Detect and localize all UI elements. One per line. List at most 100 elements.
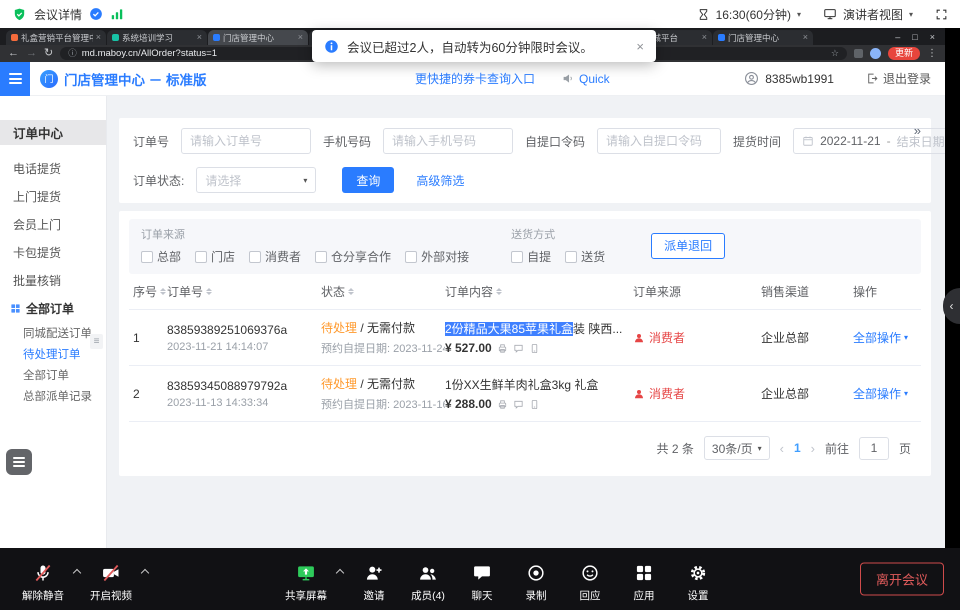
- window-close-icon[interactable]: ×: [930, 32, 935, 42]
- promo-link[interactable]: 更快捷的券卡查询入口: [415, 70, 535, 87]
- sidebar-item-phone-pickup[interactable]: 电话提货: [0, 154, 106, 182]
- view-mode-label[interactable]: 演讲者视图: [843, 6, 903, 23]
- current-page[interactable]: 1: [794, 441, 801, 455]
- sidebar-item-batch-verify[interactable]: 批量核销: [0, 266, 106, 294]
- timer-caret-icon[interactable]: ▾: [797, 10, 801, 19]
- header-order-no[interactable]: 订单号: [167, 283, 321, 300]
- checkbox-box[interactable]: [511, 251, 523, 263]
- security-shield-icon[interactable]: [12, 7, 27, 22]
- sort-icon[interactable]: [206, 285, 212, 298]
- start-video-button[interactable]: 开启视频: [84, 562, 138, 603]
- forward-icon[interactable]: →: [26, 48, 37, 59]
- prev-page-icon[interactable]: ‹: [780, 441, 784, 456]
- sidebar-item-member-visit[interactable]: 会员上门: [0, 210, 106, 238]
- window-maximize-icon[interactable]: □: [912, 32, 917, 42]
- share-options-caret[interactable]: [333, 562, 347, 576]
- sidebar-item-door-pickup[interactable]: 上门提货: [0, 182, 106, 210]
- tab-close-icon[interactable]: ×: [197, 33, 202, 42]
- header-seq[interactable]: 序号: [133, 283, 167, 300]
- quick-entry[interactable]: Quick: [562, 72, 610, 86]
- network-signal-icon[interactable]: [110, 7, 124, 21]
- record-button[interactable]: 录制: [509, 562, 563, 603]
- view-mode-caret-icon[interactable]: ▾: [909, 10, 913, 19]
- fullscreen-icon[interactable]: [935, 8, 948, 21]
- back-icon[interactable]: ←: [8, 48, 19, 59]
- members-button[interactable]: 成员(4): [401, 562, 455, 603]
- menu-burger-button[interactable]: [0, 62, 30, 96]
- browser-tab[interactable]: 门店管理中心×: [713, 30, 813, 45]
- bookmark-star-icon[interactable]: ☆: [831, 49, 839, 58]
- page-size-select[interactable]: 30条/页▾: [704, 436, 770, 460]
- phone-icon[interactable]: [529, 343, 540, 354]
- checkbox-box[interactable]: [565, 251, 577, 263]
- message-icon[interactable]: [513, 399, 524, 410]
- unmute-button[interactable]: 解除静音: [16, 562, 70, 603]
- sidebar-item-card-pickup[interactable]: 卡包提货: [0, 238, 106, 266]
- dispatch-return-button[interactable]: 派单退回: [651, 233, 725, 259]
- header-content[interactable]: 订单内容: [445, 283, 633, 300]
- sidebar-sub-hq-dispatch-log[interactable]: 总部派单记录: [0, 385, 106, 406]
- checkbox-box[interactable]: [195, 251, 207, 263]
- panel-collapse-icon[interactable]: »: [914, 123, 921, 138]
- tab-close-icon[interactable]: ×: [702, 33, 707, 42]
- date-start-value[interactable]: 2022-11-21: [820, 134, 881, 148]
- share-screen-button[interactable]: 共享屏幕: [279, 562, 333, 603]
- reactions-button[interactable]: 回应: [563, 562, 617, 603]
- video-options-caret[interactable]: [138, 562, 152, 576]
- goto-page-input[interactable]: [859, 437, 889, 460]
- browser-tab[interactable]: 礼盒营销平台管理中心×: [6, 30, 106, 45]
- phone-icon[interactable]: [529, 399, 540, 410]
- meeting-timer[interactable]: 16:30(60分钟): [716, 6, 791, 23]
- sort-icon[interactable]: [496, 285, 502, 298]
- window-minimize-icon[interactable]: –: [895, 32, 900, 42]
- sort-icon[interactable]: [348, 285, 354, 298]
- print-icon[interactable]: [497, 343, 508, 354]
- invite-button[interactable]: 邀请: [347, 562, 401, 603]
- pickup-date-range[interactable]: 2022-11-21 - 结束日期: [793, 128, 945, 154]
- all-actions-dropdown[interactable]: 全部操作▾: [853, 385, 917, 402]
- browser-tab-active[interactable]: 门店管理中心×: [208, 30, 308, 45]
- header-status[interactable]: 状态: [321, 283, 445, 300]
- meeting-details[interactable]: 会议详情: [12, 6, 124, 23]
- browser-update-button[interactable]: 更新: [888, 47, 920, 61]
- sort-icon[interactable]: [160, 285, 166, 298]
- checkbox-box[interactable]: [405, 251, 417, 263]
- extension-icon[interactable]: [854, 49, 863, 58]
- page-info-icon[interactable]: ⓘ: [68, 49, 77, 58]
- floating-list-button[interactable]: [6, 449, 32, 475]
- search-button[interactable]: 查询: [342, 167, 394, 193]
- leave-meeting-button[interactable]: 离开会议: [860, 563, 944, 596]
- chat-button[interactable]: 聊天: [455, 562, 509, 603]
- all-actions-dropdown[interactable]: 全部操作▾: [853, 329, 917, 346]
- toast-close-icon[interactable]: ×: [636, 39, 644, 54]
- browser-profile-avatar[interactable]: [870, 48, 881, 59]
- sidebar-collapse-handle[interactable]: ≡: [90, 334, 103, 349]
- checkbox-hq[interactable]: 总部: [141, 248, 181, 265]
- mic-options-caret[interactable]: [70, 562, 84, 576]
- checkbox-self-pickup[interactable]: 自提: [511, 248, 551, 265]
- phone-input[interactable]: [383, 128, 513, 154]
- sidebar-sub-all-orders[interactable]: 全部订单: [0, 364, 106, 385]
- pickup-code-input[interactable]: [597, 128, 721, 154]
- checkbox-box[interactable]: [249, 251, 261, 263]
- checkbox-box[interactable]: [315, 251, 327, 263]
- browser-menu-icon[interactable]: ⋮: [927, 49, 937, 59]
- site-logo[interactable]: 门 门店管理中心 － 标准版: [40, 69, 207, 89]
- checkbox-external[interactable]: 外部对接: [405, 248, 469, 265]
- reload-icon[interactable]: ↻: [44, 48, 53, 59]
- advanced-filter-link[interactable]: 高级筛选: [416, 172, 464, 189]
- settings-button[interactable]: 设置: [671, 562, 725, 603]
- print-icon[interactable]: [497, 399, 508, 410]
- message-icon[interactable]: [513, 343, 524, 354]
- sidebar-group-all-orders[interactable]: 全部订单: [0, 294, 106, 322]
- order-no-input[interactable]: [181, 128, 311, 154]
- tab-close-icon[interactable]: ×: [96, 33, 101, 42]
- tab-close-icon[interactable]: ×: [298, 33, 303, 42]
- order-status-select[interactable]: 请选择 ▾: [196, 167, 316, 193]
- apps-button[interactable]: 应用: [617, 562, 671, 603]
- checkbox-box[interactable]: [141, 251, 153, 263]
- checkbox-warehouse-share[interactable]: 仓分享合作: [315, 248, 391, 265]
- sidebar-section-order-center[interactable]: 订单中心: [0, 120, 106, 145]
- username[interactable]: 8385wb1991: [765, 72, 834, 86]
- checkbox-consumer[interactable]: 消费者: [249, 248, 301, 265]
